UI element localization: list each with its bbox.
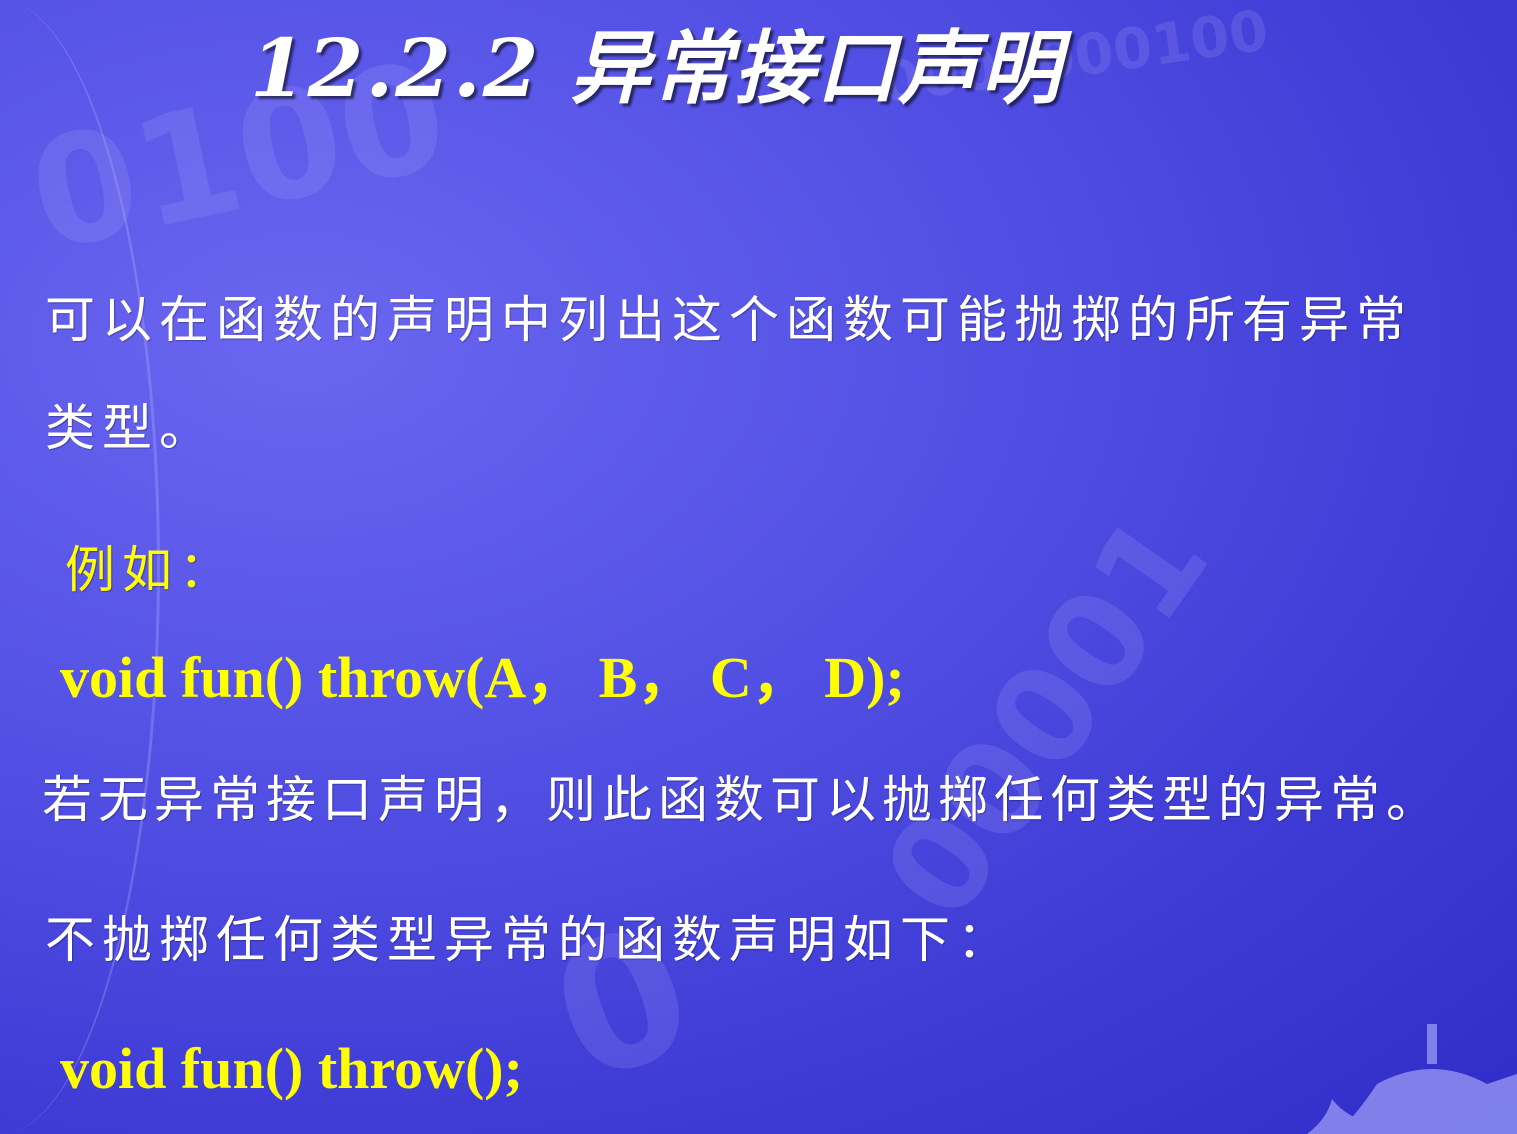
- pagoda-logo-icon: [1307, 1024, 1517, 1134]
- code-example-2: void fun() throw();: [60, 1036, 523, 1101]
- binary-watermark: 00001: [854, 487, 1239, 945]
- slide-title: 12.2.2 异常接口声明: [250, 21, 1063, 115]
- example-label: 例如：: [65, 541, 236, 599]
- paragraph-1-line-2: 类型。: [45, 399, 216, 457]
- paragraph-2: 若无异常接口声明，则此函数可以抛掷任何类型的异常。: [42, 771, 1442, 829]
- paragraph-3: 不抛掷任何类型异常的函数声明如下：: [45, 911, 1014, 969]
- code-example-1: void fun() throw(A， B， C， D);: [60, 645, 905, 710]
- paragraph-1-line-1: 可以在函数的声明中列出这个函数可能抛掷的所有异常: [45, 291, 1413, 349]
